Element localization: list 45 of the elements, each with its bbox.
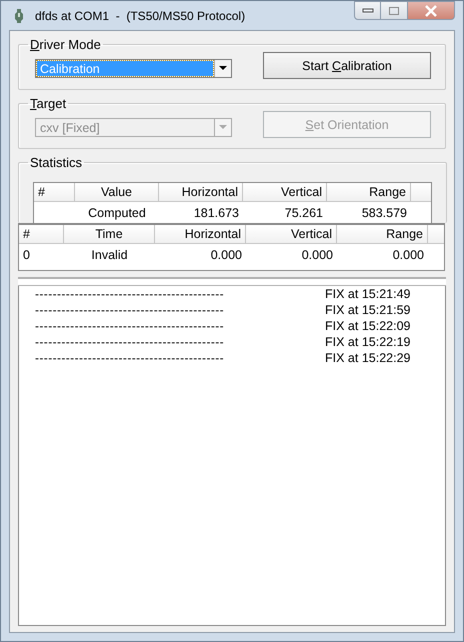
instrument-icon [13, 8, 25, 24]
log-entry: FIX at 15:22:09 [325, 319, 410, 333]
minimize-icon [362, 8, 374, 14]
log-entry: FIX at 15:21:59 [325, 303, 410, 317]
column-header[interactable]: Horizontal [155, 225, 246, 244]
maximize-button[interactable] [381, 1, 408, 20]
start-calibration-button[interactable]: Start Calibration [263, 52, 431, 79]
caret-icon [219, 125, 227, 130]
dashed-line: ------------------------------------------- [35, 335, 226, 349]
splitter-bar[interactable] [18, 277, 446, 286]
table-cell-text: 181.673 [192, 206, 240, 220]
column-header[interactable]: Vertical [246, 225, 337, 244]
table-cell-text: 0.000 [210, 248, 243, 262]
window-title: dfds at COM1 - (TS50/MS50 Protocol) [35, 8, 246, 22]
table-cell-text: 583.579 [360, 206, 408, 220]
group-label: Driver Mode [29, 37, 102, 52]
log-entry: FIX at 15:21:49 [325, 287, 410, 301]
dashed-line: ------------------------------------------- [35, 287, 226, 301]
table-cell-text: 0.000 [392, 248, 425, 262]
empty-column-header [428, 225, 444, 244]
table-cell-text: 75.261 [284, 206, 324, 220]
maximize-icon [388, 6, 400, 16]
column-header[interactable]: Vertical [243, 183, 327, 202]
close-icon [424, 4, 438, 16]
table-cell-text: Computed [87, 206, 147, 220]
column-header[interactable]: # [34, 183, 75, 202]
dashed-line: ------------------------------------------- [35, 351, 226, 365]
column-header[interactable]: Horizontal [159, 183, 243, 202]
log-entry: FIX at 15:22:19 [325, 335, 410, 349]
column-header[interactable]: Value [75, 183, 159, 202]
caret-icon [219, 66, 227, 71]
log-entry: FIX at 15:22:29 [325, 351, 410, 365]
dashed-line: ------------------------------------------- [35, 303, 226, 317]
dashed-line: ------------------------------------------- [35, 319, 226, 333]
column-header[interactable]: Time [64, 225, 155, 244]
column-header[interactable]: Range [337, 225, 428, 244]
group-label: Target [29, 96, 68, 111]
group-label: Statistics [29, 155, 84, 170]
column-header[interactable]: # [19, 225, 64, 244]
close-button[interactable] [408, 1, 455, 20]
table-cell-text: 0 [22, 248, 31, 262]
table-cell-text: 0.000 [300, 248, 334, 262]
table-cell-text: Invalid [90, 248, 129, 262]
column-header[interactable]: Range [327, 183, 411, 202]
minimize-button[interactable] [354, 1, 381, 20]
